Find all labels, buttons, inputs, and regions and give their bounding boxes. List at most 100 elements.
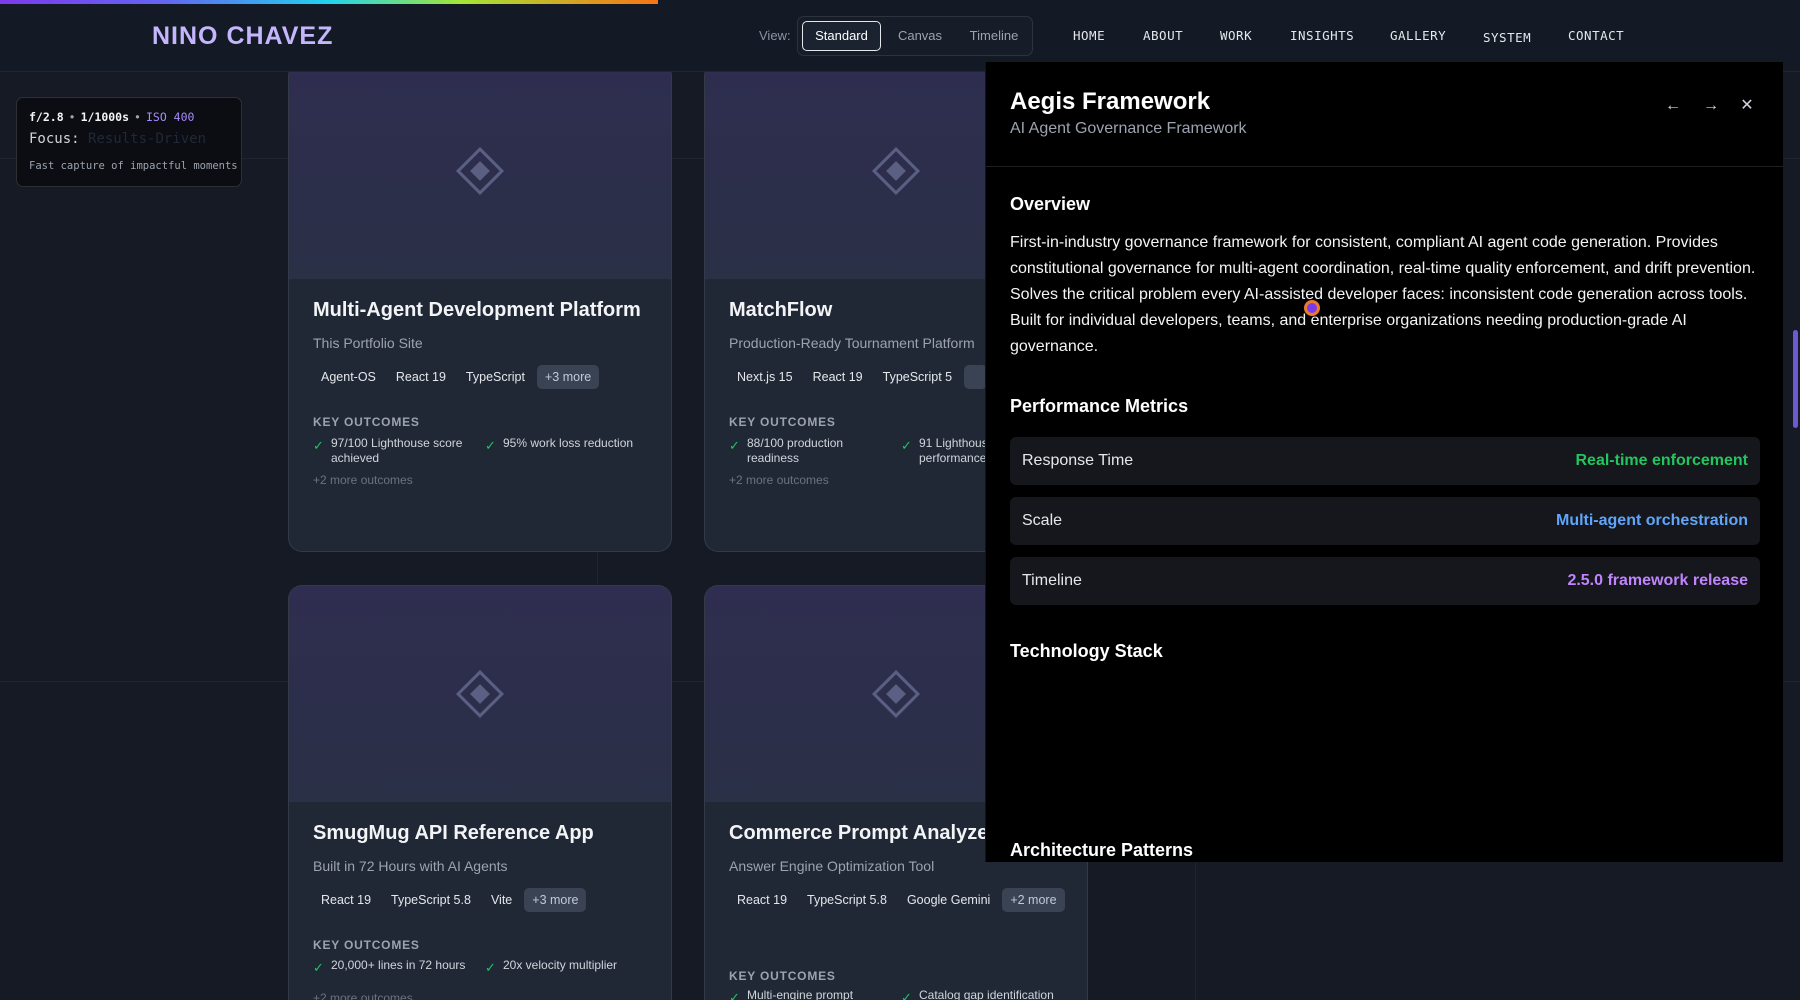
tech-tag: TypeScript 5 [882,370,953,384]
key-outcomes-label: KEY OUTCOMES [313,938,420,952]
diamond-icon [455,146,505,196]
more-tags-badge[interactable]: +3 more [536,365,600,389]
card-title: Multi-Agent Development Platform [313,299,641,321]
outcome-text: 20,000+ lines in 72 hours [331,958,466,972]
outcome-item: ✓ 95% work loss reduction [485,436,660,453]
metric-row: Response Time Real-time enforcement [1010,437,1760,485]
more-tags-badge[interactable]: +2 more [1002,888,1065,912]
iso-value: ISO 400 [145,110,195,124]
panel-subtitle: AI Agent Governance Framework [1010,120,1247,137]
outcome-item: ✓ 20x velocity multiplier [485,958,660,975]
camera-note: Fast capture of impactful moments [29,160,238,172]
outcome-text: 88/100 production readiness [747,436,844,465]
check-icon: ✓ [313,960,324,975]
project-card[interactable]: SmugMug API Reference App Built in 72 Ho… [288,585,672,1000]
outcome-text: 97/100 Lighthouse score achieved [331,436,463,465]
tech-tag: TypeScript 5.8 [391,893,471,907]
key-outcomes-label: KEY OUTCOMES [313,415,420,429]
panel-title: Aegis Framework [1010,88,1211,115]
project-detail-panel: Aegis Framework AI Agent Governance Fram… [985,62,1783,862]
card-image-placeholder [289,586,671,802]
arrow-right-icon[interactable]: → [1699,94,1723,118]
tech-tag: Google Gemini [906,893,991,907]
nav-about[interactable]: ABOUT [1143,28,1183,43]
view-option-canvas[interactable]: Canvas [886,21,954,51]
project-card[interactable]: Multi-Agent Development Platform This Po… [288,62,672,552]
metric-label: Scale [1022,512,1063,529]
view-option-standard[interactable]: Standard [802,21,881,51]
focus-label: Focus: [29,131,80,147]
metric-value: Multi-agent orchestration [1555,512,1748,529]
nav-gallery[interactable]: GALLERY [1390,28,1446,43]
aperture-value: f/2.8 [29,110,64,124]
nav-system[interactable]: SYSTEM [1483,30,1531,45]
metric-row: Timeline 2.5.0 framework release [1010,557,1760,605]
card-subtitle: Production-Ready Tournament Platform [729,335,975,351]
outcome-item: ✓ 88/100 production readiness [729,436,879,466]
more-outcomes-link[interactable]: +2 more outcomes [313,473,413,487]
tech-tag: TypeScript 5.8 [807,893,887,907]
tech-stack-heading: Technology Stack [1010,641,1163,661]
tech-tags: React 19 TypeScript 5.8 Vite +3 more [313,888,653,920]
architecture-heading: Architecture Patterns [1010,840,1194,860]
key-outcomes-label: KEY OUTCOMES [729,415,836,429]
card-subtitle: Built in 72 Hours with AI Agents [313,858,508,874]
check-icon: ✓ [729,438,740,453]
tech-tags: React 19 TypeScript 5.8 Google Gemini +2 mo… [729,888,1069,920]
view-label: View: [759,28,791,43]
metric-row: Scale Multi-agent orchestration [1010,497,1760,545]
diamond-icon [455,669,505,719]
metric-label: Timeline [1022,572,1082,589]
card-image-placeholder [289,63,671,279]
more-outcomes-link[interactable]: +2 more outcomes [729,473,829,487]
metric-value: Real-time enforcement [1575,452,1749,469]
check-icon: ✓ [485,438,496,453]
focus-readout: Focus: Results-Driven [29,131,206,147]
overview-heading: Overview [1010,194,1091,214]
nav-insights[interactable]: INSIGHTS [1290,28,1354,43]
outcome-text: 20x velocity multiplier [503,958,618,972]
metric-value: 2.5.0 framework release [1567,572,1748,589]
outcome-item: ✓ Multi-engine prompt [729,988,889,1000]
tech-tag: TypeScript [465,370,525,384]
card-subtitle: Answer Engine Optimization Tool [729,858,935,874]
more-tags-badge[interactable]: +3 more [524,888,587,912]
metric-label: Response Time [1022,452,1134,469]
metrics-heading: Performance Metrics [1010,396,1189,416]
card-title: SmugMug API Reference App [313,822,594,844]
diamond-icon [871,146,921,196]
camera-settings-overlay: f/2.8 • 1/1000s • ISO 400 Focus: Results-Dri… [16,97,242,187]
key-outcomes-label: KEY OUTCOMES [729,969,836,983]
check-icon: ✓ [485,960,496,975]
outcome-item: ✓ 20,000+ lines in 72 hours [313,958,488,975]
site-logo[interactable]: NINO CHAVEZ [152,22,333,51]
card-title: MatchFlow [729,299,833,321]
nav-home[interactable]: HOME [1073,28,1105,43]
tech-tag: React 19 [395,370,446,384]
outcome-text: Catalog gap identification [919,988,1054,1000]
tech-tag: React 19 [321,893,372,907]
tech-tag: React 19 [737,893,788,907]
diamond-icon [871,669,921,719]
outcome-text: Multi-engine prompt [747,988,854,1000]
cursor-indicator [1304,300,1320,316]
tech-tag: Next.js 15 [737,370,793,384]
nav-work[interactable]: WORK [1220,28,1252,43]
check-icon: ✓ [901,990,912,1000]
card-subtitle: This Portfolio Site [313,335,423,351]
check-icon: ✓ [901,438,912,453]
view-option-timeline[interactable]: Timeline [958,21,1030,51]
more-outcomes-link[interactable]: +2 more outcomes [313,991,413,1000]
check-icon: ✓ [729,990,740,1000]
scrollbar-thumb[interactable] [1793,330,1798,428]
arrow-left-icon[interactable]: ← [1661,94,1685,118]
close-icon[interactable]: ✕ [1735,94,1759,118]
outcome-text: 95% work loss reduction [503,436,634,450]
focus-value: Results-Driven [88,131,207,147]
tech-tag: React 19 [812,370,863,384]
card-title: Commerce Prompt Analyzer [729,822,997,844]
exposure-readout: f/2.8 • 1/1000s • ISO 400 [29,110,195,124]
more-tags-badge[interactable] [964,365,988,389]
nav-contact[interactable]: CONTACT [1568,28,1624,43]
scroll-progress-bar [0,0,658,4]
